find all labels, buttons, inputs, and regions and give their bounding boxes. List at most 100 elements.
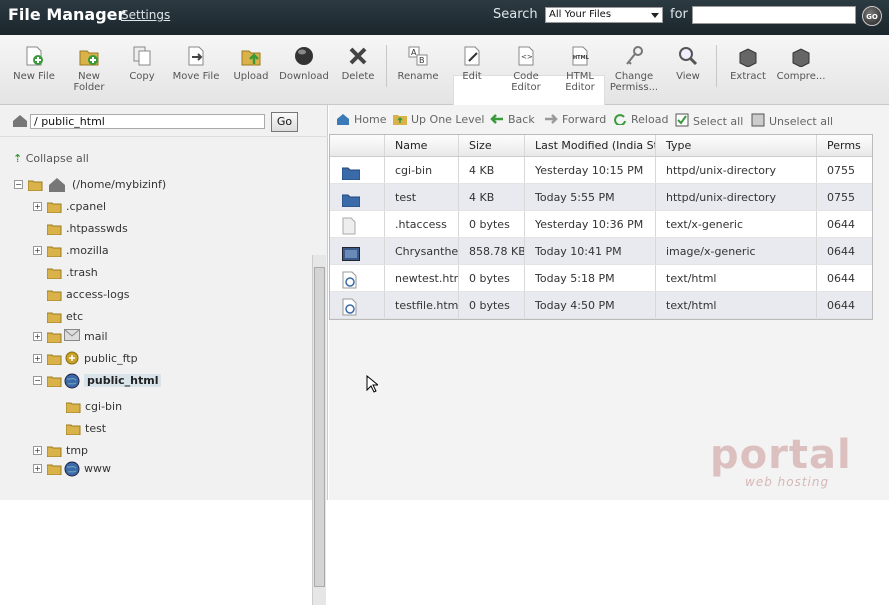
view-button[interactable]: View [670, 45, 706, 82]
svg-text:<>: <> [521, 53, 533, 61]
svg-text:HTML: HTML [573, 55, 590, 61]
tree-scrollbar[interactable] [312, 255, 326, 605]
table-row[interactable]: .htaccess 0 bytes Yesterday 10:36 PM text/x… [330, 211, 872, 238]
html-editor-label-2: Editor [565, 82, 595, 93]
expand-toggle-icon[interactable]: + [33, 202, 42, 211]
collapse-all-link[interactable]: ⇡ Collapse all [13, 152, 89, 165]
edit-button[interactable]: Edit [456, 45, 488, 82]
table-row[interactable]: newtest.html0 bytesToday 5:18 PMtext/htm… [330, 265, 872, 292]
expand-toggle-icon[interactable]: + [33, 464, 42, 473]
expand-toggle-icon[interactable]: + [33, 246, 42, 255]
expand-toggle-icon[interactable]: + [33, 354, 42, 363]
key-icon [623, 45, 645, 67]
html-editor-button[interactable]: HTML HTML Editor [560, 45, 600, 93]
reload-button[interactable]: Reload [613, 113, 669, 127]
file-icon-cell [330, 184, 385, 210]
delete-button[interactable]: Delete [338, 45, 378, 82]
unselect-all-button[interactable]: Unselect all [751, 113, 833, 128]
tree-item-trash[interactable]: .trash [33, 265, 213, 283]
reload-label: Reload [631, 113, 669, 126]
file-name-cell[interactable]: .htaccess [385, 211, 459, 237]
home-icon [12, 114, 28, 131]
folder-open-icon [27, 179, 43, 192]
copy-button[interactable]: Copy [122, 45, 162, 82]
col-header-size[interactable]: Size [459, 135, 525, 156]
tree-item-mozilla[interactable]: + .mozilla [33, 243, 213, 261]
text-file-icon [342, 217, 356, 237]
file-name-cell[interactable]: cgi-bin [385, 157, 459, 183]
col-header-type[interactable]: Type [656, 135, 817, 156]
new-folder-icon [78, 45, 100, 67]
file-size-cell: 858.78 KB [459, 238, 525, 264]
forward-label: Forward [562, 113, 607, 126]
table-row[interactable]: test 4 KB Today 5:55 PM httpd/unix-director… [330, 184, 872, 211]
table-row[interactable]: testfile.html 0 bytes Today 4:50 PM text/ht… [330, 292, 872, 319]
upload-button[interactable]: Upload [230, 45, 272, 82]
move-file-icon [185, 45, 207, 67]
settings-link[interactable]: Settings [121, 8, 170, 22]
search-input[interactable] [692, 6, 856, 24]
new-folder-label-1: New [78, 71, 100, 82]
tree-item-cpanel[interactable]: + .cpanel [33, 199, 213, 217]
up-one-level-button[interactable]: Up One Level [393, 113, 484, 126]
back-button[interactable]: Back [490, 113, 535, 126]
path-go-button[interactable]: Go [271, 112, 298, 132]
file-name-cell[interactable]: test [385, 184, 459, 210]
scrollbar-thumb[interactable] [314, 267, 325, 587]
file-table: Name Size Last Modified (India Standard … [329, 134, 873, 320]
folder-icon [46, 289, 62, 302]
file-name-cell[interactable]: Chrysanthemum.jpg [385, 238, 459, 264]
tree-item-htpasswds[interactable]: .htpasswds [33, 221, 213, 239]
edit-label: Edit [462, 71, 482, 82]
col-header-name[interactable]: Name [385, 135, 459, 156]
tree-item-access-logs[interactable]: access-logs [33, 287, 213, 305]
col-header-perms[interactable]: Perms [817, 135, 874, 156]
table-row[interactable]: cgi-bin 4 KB Yesterday 10:15 PM httpd/unix-… [330, 157, 872, 184]
tree-item-etc[interactable]: etc [33, 309, 213, 327]
compress-button[interactable]: Compre... [776, 45, 826, 82]
file-icon-cell [330, 238, 385, 264]
code-editor-button[interactable]: <> Code Editor [506, 45, 546, 93]
file-name-cell[interactable]: testfile.html [385, 292, 459, 318]
new-folder-button[interactable]: New Folder [66, 45, 112, 93]
download-label: Download [279, 71, 329, 82]
html-file-icon [342, 298, 358, 318]
table-row[interactable]: Chrysanthemum.jpg858.78 KBToday 10:41 PM… [330, 238, 872, 265]
change-permissions-button[interactable]: Change Permiss... [608, 45, 660, 93]
extract-button[interactable]: Extract [726, 45, 770, 82]
tree-item-www[interactable]: + www [33, 461, 213, 479]
path-input[interactable]: / public_html [30, 114, 265, 129]
tree-root[interactable]: − (/home/mybizinf) [14, 177, 214, 195]
expand-toggle-icon[interactable]: + [33, 332, 42, 341]
file-icon-cell [330, 292, 385, 318]
file-size-cell: 4 KB [459, 184, 525, 210]
tree-item-cgi-bin[interactable]: cgi-bin [52, 399, 232, 417]
search-go-button[interactable]: GO [862, 6, 882, 26]
search-scope-select[interactable]: All Your Files [545, 7, 663, 23]
home-nav-button[interactable]: Home [336, 113, 386, 126]
folder-icon [46, 223, 62, 236]
tree-item-test[interactable]: test [52, 421, 232, 439]
tree-item-public-ftp[interactable]: + public_ftp [33, 351, 213, 369]
rename-button[interactable]: AB Rename [394, 45, 442, 82]
forward-button[interactable]: Forward [544, 113, 606, 126]
html-editor-icon: HTML [569, 45, 591, 67]
file-name-cell[interactable]: newtest.html [385, 265, 459, 291]
folder-icon [46, 375, 62, 388]
move-file-button[interactable]: Move File [170, 45, 222, 82]
new-file-button[interactable]: New File [8, 45, 60, 82]
svg-text:A: A [411, 48, 417, 57]
download-button[interactable]: Download [278, 45, 330, 82]
tree-item-label: www [84, 462, 111, 475]
col-header-modified[interactable]: Last Modified (India Standard Time) [525, 135, 656, 156]
ftp-icon [64, 351, 81, 367]
expand-toggle-icon[interactable]: + [33, 446, 42, 455]
tree-item-label: .mozilla [66, 244, 109, 257]
expand-toggle-icon[interactable]: − [33, 376, 42, 385]
folder-icon [46, 311, 62, 324]
tree-item-public-html[interactable]: − public_html [33, 373, 213, 391]
tree-item-mail[interactable]: + mail [33, 329, 213, 347]
code-editor-label-2: Editor [511, 82, 541, 93]
tree-item-tmp[interactable]: + tmp [33, 443, 213, 461]
select-all-button[interactable]: Select all [675, 113, 743, 128]
